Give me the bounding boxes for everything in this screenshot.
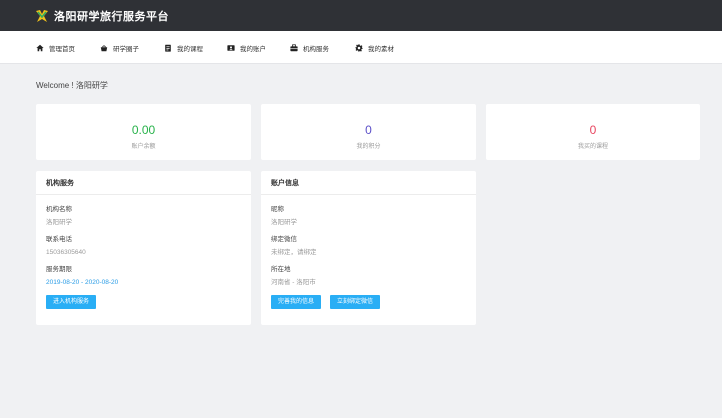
location-label: 所在地	[271, 266, 291, 273]
main-nav: 管理首页 研学圈子 我的课程 我的账户 机构服务 我的素材	[0, 31, 722, 64]
stat-value: 0	[589, 123, 597, 137]
nav-item-course[interactable]: 我的课程	[164, 31, 203, 64]
stat-card-courses: 0 我买的课程	[486, 104, 700, 160]
complete-info-button[interactable]: 完善我的信息	[271, 295, 322, 309]
enter-org-service-button[interactable]: 进入机构服务	[46, 295, 97, 309]
nav-item-circle[interactable]: 研学圈子	[100, 31, 139, 64]
wechat-value: 未绑定，请绑定	[271, 249, 317, 256]
stat-label: 我的积分	[356, 144, 381, 150]
app-title: 洛阳研学旅行服务平台	[54, 10, 169, 23]
nav-item-label: 研学圈子	[113, 45, 139, 53]
org-name-label: 机构名称	[46, 206, 72, 213]
nav-item-label: 我的账户	[240, 45, 266, 53]
phone-label: 联系电话	[46, 236, 72, 243]
nickname-label: 昵称	[271, 206, 284, 213]
nav-item-account[interactable]: 我的账户	[227, 31, 266, 64]
service-period-value: 2019-08-20 - 2020-08-20	[46, 279, 119, 286]
stat-card-points: 0 我的积分	[261, 104, 476, 160]
stat-label: 我买的课程	[577, 144, 608, 150]
home-icon	[36, 44, 44, 51]
nav-item-label: 我的素材	[368, 45, 394, 53]
bind-wechat-button[interactable]: 立刻绑定微信	[330, 295, 381, 309]
nav-item-label: 管理首页	[49, 45, 75, 53]
wechat-label: 绑定微信	[271, 236, 297, 243]
org-service-panel: 机构服务 机构名称 洛阳研学 联系电话 15036305640 服务期限 201…	[36, 171, 251, 325]
account-info-panel: 账户信息 昵称 洛阳研学 绑定微信 未绑定，请绑定 所在地 河南省 - 洛阳市 …	[261, 171, 476, 325]
logo-icon	[36, 9, 48, 22]
panel-title: 账户信息	[261, 171, 476, 195]
briefcase-icon	[290, 43, 298, 51]
stat-value: 0	[365, 123, 372, 137]
service-period-label: 服务期限	[46, 266, 72, 273]
org-name-value: 洛阳研学	[46, 219, 72, 226]
circle-icon	[100, 44, 108, 51]
nav-item-home[interactable]: 管理首页	[36, 31, 75, 64]
nav-item-label: 我的课程	[177, 45, 203, 53]
top-bar: 洛阳研学旅行服务平台	[0, 0, 722, 31]
nav-item-label: 机构服务	[303, 45, 329, 53]
nickname-value: 洛阳研学	[271, 219, 297, 226]
phone-value: 15036305640	[46, 249, 86, 256]
stat-value: 0.00	[131, 123, 156, 137]
stat-label: 账户余额	[131, 144, 156, 150]
nav-item-org-service[interactable]: 机构服务	[290, 31, 329, 64]
location-value: 河南省 - 洛阳市	[271, 279, 316, 286]
course-icon	[165, 44, 171, 52]
welcome-message: Welcome ! 洛阳研学	[36, 81, 108, 90]
nav-item-materials[interactable]: 我的素材	[355, 31, 394, 64]
account-icon	[227, 44, 235, 51]
gear-icon	[355, 43, 363, 52]
panel-title: 机构服务	[36, 171, 251, 195]
stat-card-balance: 0.00 账户余额	[36, 104, 251, 160]
